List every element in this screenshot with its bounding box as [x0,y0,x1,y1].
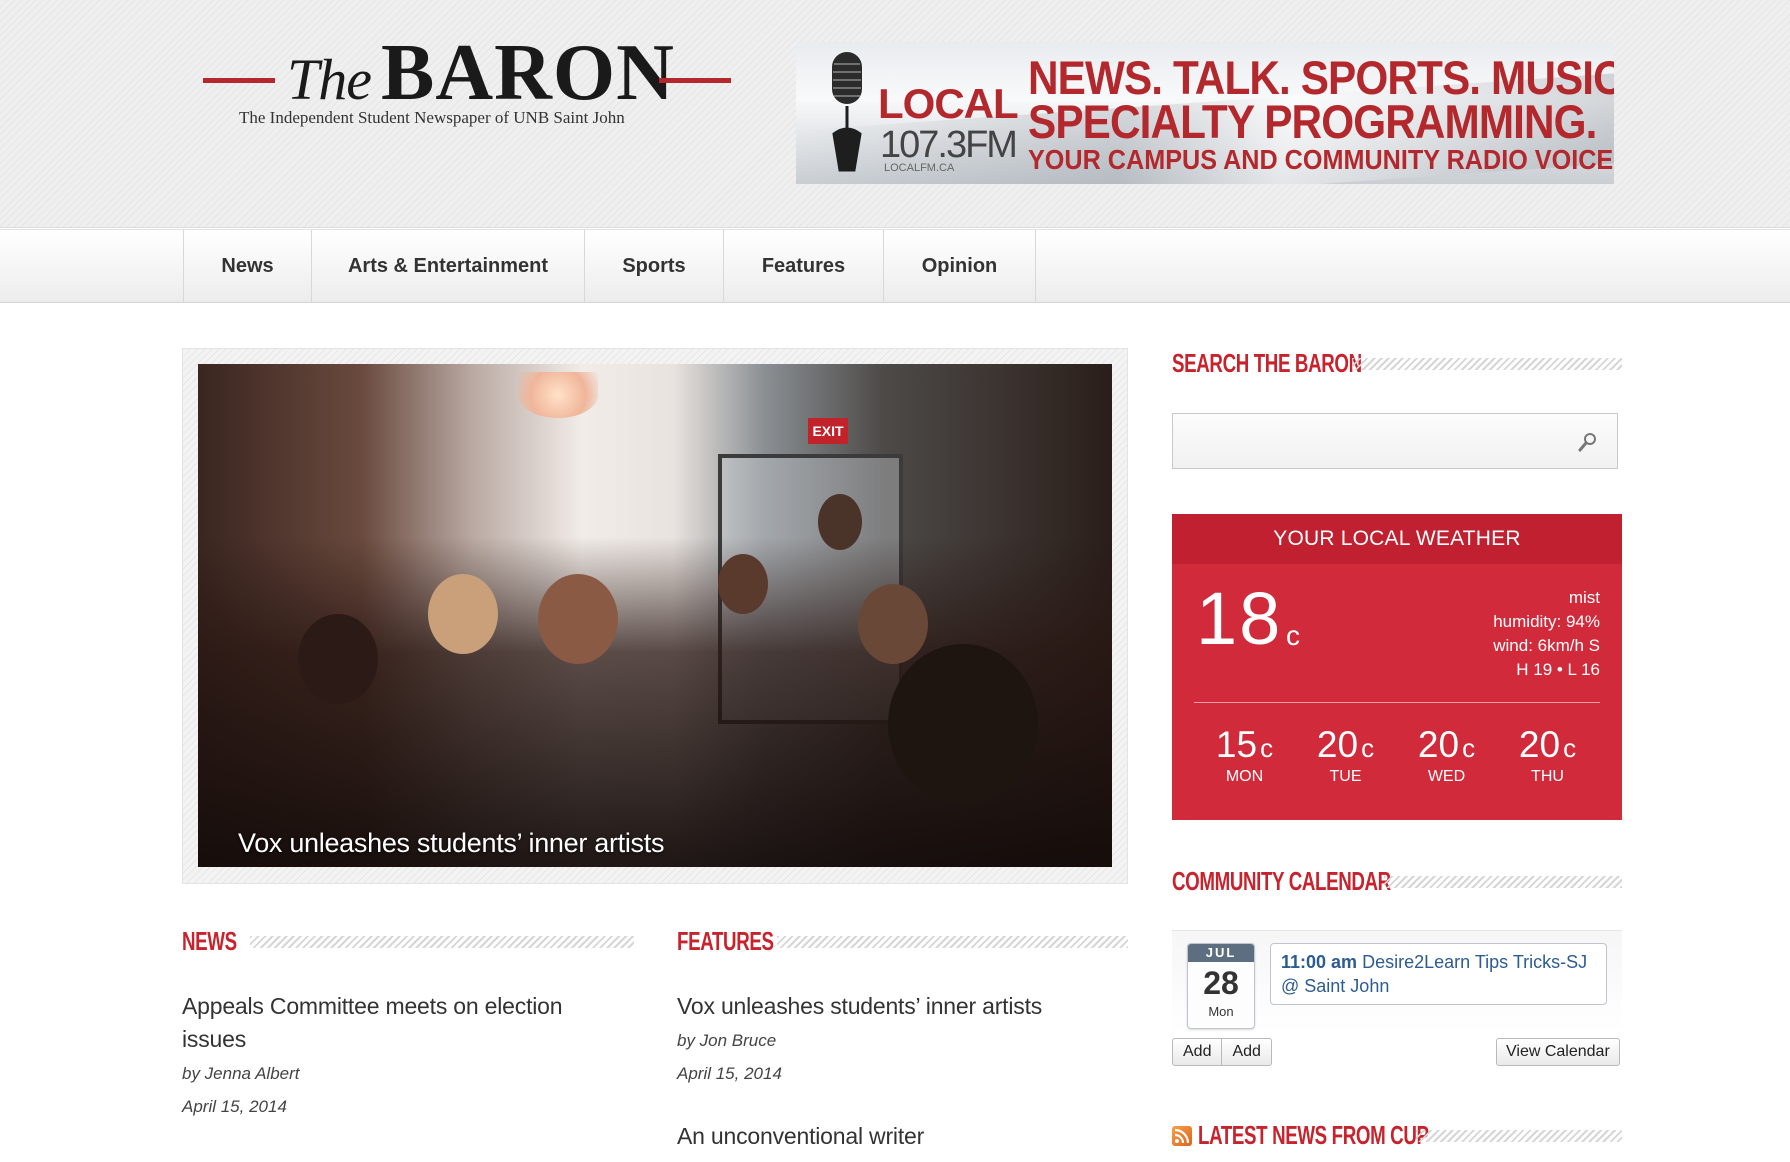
search-heading-text: SEARCH THE BARON [1172,348,1362,378]
photo-figure [298,614,378,704]
logo-the: The [287,47,372,112]
weather-condition: mist [1568,588,1600,607]
cup-news-heading: LATEST NEWS FROM CUP [1172,1120,1622,1151]
photo-figure [818,494,862,550]
search-icon[interactable] [1576,430,1600,454]
site-logo[interactable]: The BARON The Independent Student Newspa… [203,29,731,138]
forecast-temp: 15 [1215,724,1258,765]
nav-item-opinion[interactable]: Opinion [884,230,1036,303]
forecast-day-label: MON [1225,768,1264,785]
features-article-date: April 15, 2014 [677,1064,782,1083]
forecast-day-label: WED [1427,768,1466,785]
news-article-title[interactable]: Appeals Committee meets on election issu… [182,990,622,1056]
features-article-byline: by Jon Bruce [677,1031,777,1050]
forecast-unit: c [1462,733,1476,763]
add-calendar-button[interactable]: Add [1222,1038,1272,1066]
nav-item-news[interactable]: News [184,230,312,303]
weather-temp-unit: c [1286,620,1300,651]
features-section-heading: FEATURES [677,926,1128,957]
radio-ad-banner[interactable]: LOCAL 107.3FM LOCALFM.CA NEWS. TALK. SPO… [796,42,1614,184]
cup-heading-text: LATEST NEWS FROM CUP [1198,1120,1429,1150]
forecast-day: 20 c THU [1497,724,1598,786]
header-band: The BARON The Independent Student Newspa… [0,0,1790,228]
add-calendar-button[interactable]: Add [1172,1038,1223,1066]
featured-story[interactable]: EXIT Vox unleashes students’ inner artis… [182,348,1128,884]
logo-tagline: The Independent Student Newspaper of UNB… [239,108,625,127]
search-heading: SEARCH THE BARON [1172,348,1622,379]
search-box [1172,413,1618,469]
calendar-event[interactable]: 11:00 am Desire2Learn Tips Tricks-SJ @ S… [1270,943,1607,1005]
forecast-day: 20 c TUE [1295,724,1396,786]
calendar-panel: JUL 28 Mon 11:00 am Desire2Learn Tips Tr… [1172,930,1622,1034]
weather-hilo: H 19 • L 16 [1516,660,1600,679]
featured-caption[interactable]: Vox unleashes students’ inner artists [238,828,664,859]
nav-item-arts-entertainment[interactable]: Arts & Entertainment [312,230,585,303]
ad-line-2: SPECIALTY PROGRAMMING. [1028,95,1597,148]
news-heading-text: NEWS [182,926,237,956]
photo-figure [888,644,1038,804]
news-article-byline: by Jenna Albert [182,1064,300,1083]
weather-humidity: humidity: 94% [1493,612,1600,631]
news-section-heading: NEWS [182,926,634,957]
forecast-day-label: THU [1531,768,1564,785]
features-article-title[interactable]: An unconventional writer [677,1120,1117,1153]
news-article-date: April 15, 2014 [182,1097,287,1116]
forecast-day-label: TUE [1329,768,1362,785]
photo-figure [858,584,928,664]
photo-figure [428,574,498,654]
view-calendar-button[interactable]: View Calendar [1496,1038,1620,1066]
heading-hatch [1384,875,1622,888]
forecast-day: 20 c WED [1396,724,1497,786]
forecast-unit: c [1361,733,1375,763]
calendar-month: JUL [1188,944,1254,962]
heading-hatch [777,935,1128,948]
forecast-temp: 20 [1518,724,1561,765]
heading-hatch [1352,357,1622,370]
photo-exit-sign: EXIT [808,418,848,444]
search-input[interactable] [1173,414,1573,468]
logo-baron: BARON [381,29,675,117]
calendar-event-time: 11:00 am [1281,952,1358,972]
ad-frequency: 107.3FM [880,124,1018,166]
calendar-heading: COMMUNITY CALENDAR [1172,866,1622,897]
weather-wind: wind: 6km/h S [1493,636,1600,655]
forecast-day: 15 c MON [1194,724,1295,786]
forecast-temp: 20 [1316,724,1359,765]
ad-brand: LOCAL [878,80,1019,127]
forecast-temp: 20 [1417,724,1460,765]
calendar-date-badge: JUL 28 Mon [1187,943,1255,1029]
logo-wordmark: The BARON [283,29,674,118]
photo-figure [718,554,768,614]
logo-rule-right [659,78,731,83]
heading-hatch [250,935,634,948]
calendar-heading-text: COMMUNITY CALENDAR [1172,866,1391,896]
calendar-weekday: Mon [1208,1004,1234,1019]
weather-title: YOUR LOCAL WEATHER [1172,514,1622,564]
weather-widget: YOUR LOCAL WEATHER 18 c mist humidity: 9… [1172,514,1622,820]
heading-hatch [1416,1129,1622,1142]
photo-figure [538,574,618,664]
calendar-add-buttons: Add Add [1172,1038,1272,1066]
weather-current-temp: 18 [1196,577,1283,660]
photo-lamp [518,372,598,418]
rss-icon[interactable] [1172,1125,1192,1146]
features-article-title[interactable]: Vox unleashes students’ inner artists [677,990,1117,1023]
ad-line-3: YOUR CAMPUS AND COMMUNITY RADIO VOICE [1028,144,1614,175]
features-heading-text: FEATURES [677,926,774,956]
ad-site: LOCALFM.CA [884,162,955,174]
forecast-unit: c [1260,733,1274,763]
calendar-day: 28 [1203,965,1239,1001]
nav-item-features[interactable]: Features [724,230,884,303]
weather-divider [1194,702,1600,703]
logo-rule-left [203,78,275,83]
microphone-icon [832,52,862,172]
nav-item-sports[interactable]: Sports [585,230,724,303]
featured-photo[interactable]: EXIT Vox unleashes students’ inner artis… [198,364,1112,867]
weather-details: mist humidity: 94% wind: 6km/h S H 19 • … [1493,586,1600,682]
forecast-unit: c [1563,733,1577,763]
main-nav: News Arts & Entertainment Sports Feature… [0,229,1790,303]
